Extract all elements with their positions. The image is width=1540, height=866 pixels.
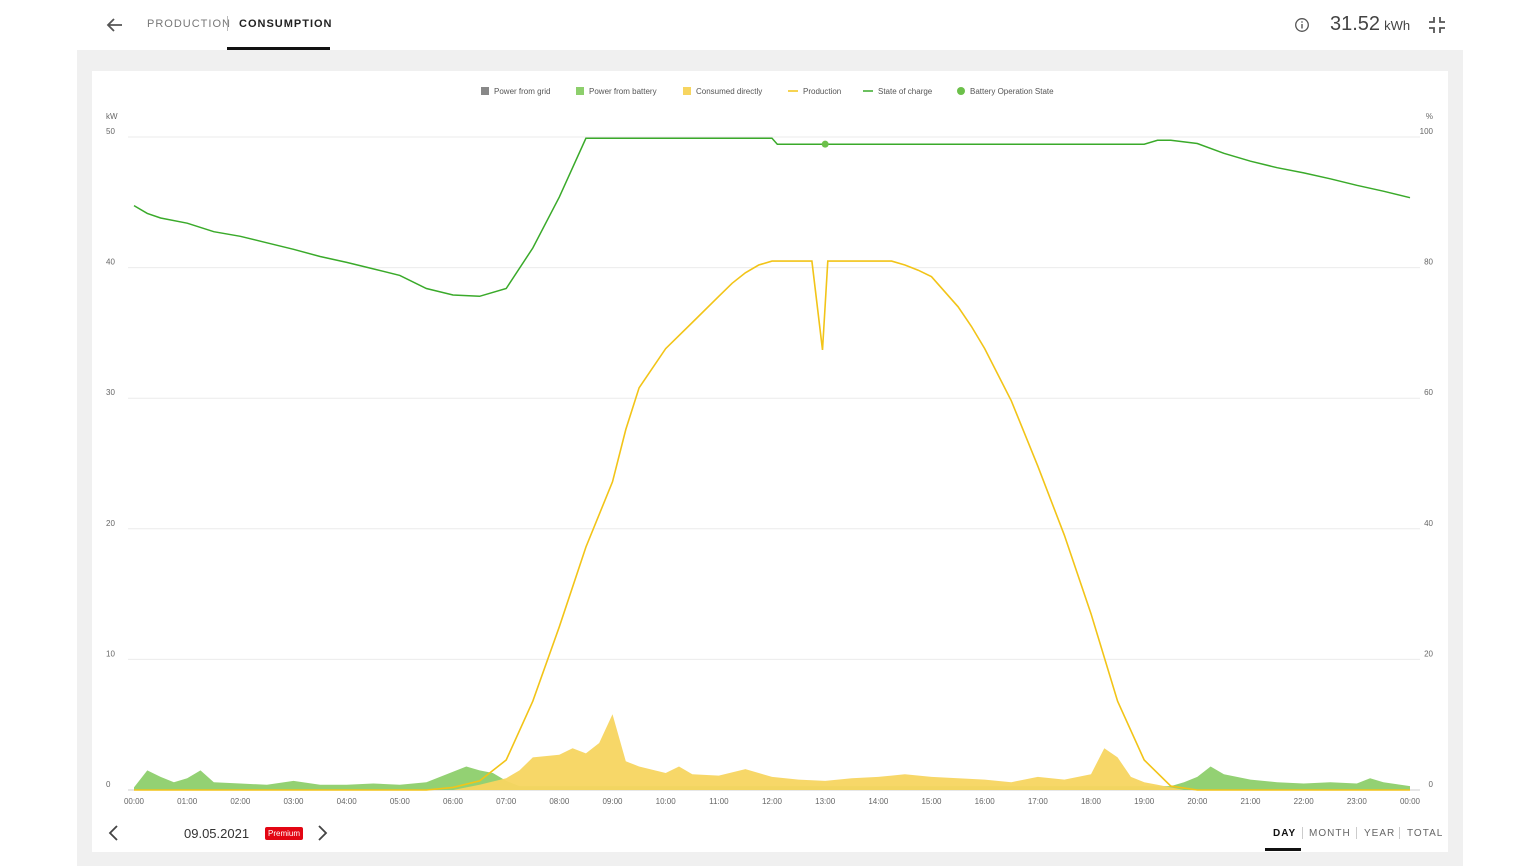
area-series xyxy=(134,714,1410,790)
x-tick-label: 21:00 xyxy=(1240,797,1261,806)
period-day[interactable]: DAY xyxy=(1273,828,1296,839)
axis-labels: kW % 0 10 20 30 40 50 0 20 40 60 80 100 00:00 01:00 02… xyxy=(106,112,1434,806)
legend-label: Power from battery xyxy=(589,87,657,96)
x-tick-label: 05:00 xyxy=(390,797,411,806)
y-tick-left: 30 xyxy=(106,388,115,397)
legend-item: Consumed directly xyxy=(683,87,762,96)
y-tick-left: 50 xyxy=(106,127,115,136)
y-axis-right-label: % xyxy=(1426,112,1433,121)
x-tick-label: 07:00 xyxy=(496,797,517,806)
y-tick-left: 10 xyxy=(106,649,115,658)
x-tick-label: 15:00 xyxy=(921,797,942,806)
legend-swatch xyxy=(576,87,584,95)
legend-swatch xyxy=(683,87,691,95)
x-tick-label: 13:00 xyxy=(815,797,836,806)
period-total[interactable]: TOTAL xyxy=(1407,828,1443,839)
y-tick-right: 20 xyxy=(1424,649,1433,658)
y-tick-right: 60 xyxy=(1424,388,1433,397)
legend-label: Production xyxy=(803,87,841,96)
x-tick-label: 11:00 xyxy=(709,797,729,806)
premium-badge: Premium xyxy=(265,827,304,840)
legend-item: Power from battery xyxy=(576,87,657,96)
y-tick-right: 0 xyxy=(1429,780,1434,789)
x-tick-label: 06:00 xyxy=(443,797,464,806)
legend: Power from grid Power from battery Consume… xyxy=(481,87,1054,96)
y-tick-left: 20 xyxy=(106,519,115,528)
next-day-arrow-icon[interactable] xyxy=(314,824,330,842)
legend-item: Production xyxy=(788,87,841,96)
legend-label: Consumed directly xyxy=(696,87,762,96)
x-tick-label: 01:00 xyxy=(177,797,198,806)
x-tick-label: 19:00 xyxy=(1134,797,1155,806)
state-of-charge-line xyxy=(133,137,1411,298)
x-tick-label: 02:00 xyxy=(230,797,251,806)
y-tick-right: 80 xyxy=(1424,258,1433,267)
period-year[interactable]: YEAR xyxy=(1364,828,1395,839)
current-date: 09.05.2021 xyxy=(184,826,250,841)
x-tick-label: 12:00 xyxy=(762,797,783,806)
previous-day-arrow-icon[interactable] xyxy=(106,824,122,842)
x-tick-label: 00:00 xyxy=(1400,797,1421,806)
legend-item: State of charge xyxy=(863,87,933,96)
x-tick-label: 20:00 xyxy=(1187,797,1208,806)
x-tick-label: 10:00 xyxy=(656,797,677,806)
battery-operation-state-point xyxy=(821,140,829,148)
legend-item: Power from grid xyxy=(481,87,550,96)
line-series xyxy=(133,137,1411,791)
x-tick-label: 14:00 xyxy=(868,797,889,806)
consumption-chart: kW % 0 10 20 30 40 50 0 20 40 60 80 100 00:00 01:00 02… xyxy=(106,87,1434,806)
active-period-indicator xyxy=(1265,848,1301,851)
legend-label: Battery Operation State xyxy=(970,87,1054,96)
legend-label: State of charge xyxy=(878,87,933,96)
legend-label: Power from grid xyxy=(494,87,550,96)
period-separator xyxy=(1399,827,1400,839)
legend-swatch xyxy=(957,87,965,95)
x-tick-label: 16:00 xyxy=(975,797,996,806)
x-tick-label: 18:00 xyxy=(1081,797,1102,806)
y-axis-left-label: kW xyxy=(106,112,118,121)
x-tick-label: 08:00 xyxy=(549,797,570,806)
x-tick-label: 22:00 xyxy=(1294,797,1315,806)
legend-item: Battery Operation State xyxy=(957,87,1054,96)
x-tick-label: 17:00 xyxy=(1028,797,1049,806)
legend-swatch xyxy=(481,87,489,95)
grid-lines xyxy=(128,136,1420,791)
x-tick-label: 23:00 xyxy=(1347,797,1368,806)
y-tick-left: 0 xyxy=(106,780,111,789)
x-tick-label: 03:00 xyxy=(283,797,304,806)
period-month[interactable]: MONTH xyxy=(1309,828,1351,839)
x-tick-label: 09:00 xyxy=(602,797,623,806)
y-tick-left: 40 xyxy=(106,258,115,267)
period-separator xyxy=(1302,827,1303,839)
period-separator xyxy=(1356,827,1357,839)
y-tick-right: 40 xyxy=(1424,519,1433,528)
x-tick-label: 04:00 xyxy=(337,797,358,806)
production-line xyxy=(134,260,1410,791)
x-tick-label: 00:00 xyxy=(124,797,145,806)
y-tick-right: 100 xyxy=(1420,127,1434,136)
